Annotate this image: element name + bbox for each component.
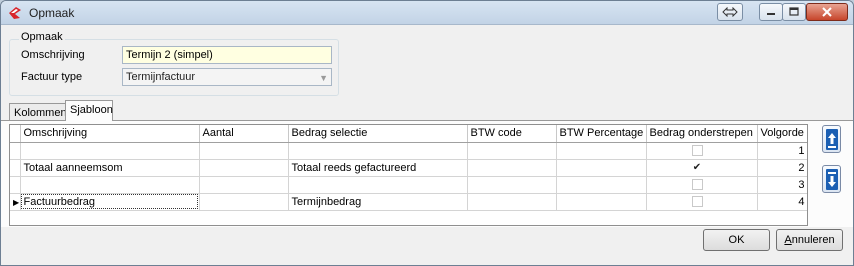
onderstrepen-checkbox[interactable] [691, 196, 703, 208]
move-down-button[interactable] [822, 165, 841, 193]
cell-omschrijving[interactable] [20, 142, 200, 160]
cell-bedrag-selectie[interactable]: Totaal reeds gefactureerd [288, 159, 468, 177]
cell-btw-code[interactable] [467, 159, 557, 177]
minimize-button[interactable] [759, 3, 783, 21]
onderstrepen-checkbox[interactable] [691, 179, 703, 191]
cell-btw-percentage[interactable] [556, 142, 647, 160]
dialog-content: Opmaak Omschrijving Termijn 2 (simpel) F… [1, 26, 853, 265]
cell-btw-code[interactable] [467, 142, 557, 160]
header-row: Omschrijving Aantal Bedrag selectie BTW … [10, 125, 807, 143]
row-indicator[interactable]: ▶ [10, 193, 21, 211]
factuur-type-label: Factuur type [21, 71, 83, 83]
cell-btw-percentage[interactable] [556, 193, 647, 211]
cell-aantal[interactable] [199, 159, 289, 177]
cell-aantal[interactable] [199, 193, 289, 211]
omschrijving-label: Omschrijving [21, 49, 85, 61]
table-row[interactable]: Totaal aanneemsom Totaal reeds gefacture… [10, 159, 807, 177]
app-logo-icon [9, 7, 21, 19]
factuur-type-select[interactable]: Termijnfactuur ▼ [122, 68, 332, 86]
cell-volgorde[interactable]: 2 [757, 159, 807, 177]
cell-onderstrepen [646, 193, 758, 211]
chevron-down-icon[interactable]: ▼ [319, 72, 328, 84]
groupbox-title: Opmaak [19, 31, 65, 43]
cell-btw-percentage[interactable] [556, 159, 647, 177]
column-header-btw-percentage[interactable]: BTW Percentage [556, 125, 647, 143]
cell-volgorde[interactable]: 1 [757, 142, 807, 160]
cell-bedrag-selectie[interactable] [288, 142, 468, 160]
template-table: Omschrijving Aantal Bedrag selectie BTW … [10, 125, 807, 211]
cell-bedrag-selectie[interactable]: Termijnbedrag [288, 193, 468, 211]
tab-kolommen[interactable]: Kolommen [9, 103, 67, 121]
cell-onderstrepen [646, 142, 758, 160]
tab-sjabloon[interactable]: Sjabloon [65, 100, 113, 121]
column-header-omschrijving[interactable]: Omschrijving [20, 125, 200, 143]
onderstrepen-checkbox-checked[interactable]: ✔ [691, 162, 703, 174]
cell-onderstrepen: ✔ [646, 159, 758, 177]
maximize-button[interactable] [782, 3, 806, 21]
cell-btw-code[interactable] [467, 193, 557, 211]
sjabloon-panel: Omschrijving Aantal Bedrag selectie BTW … [1, 120, 853, 227]
window-title: Opmaak [29, 6, 75, 20]
restore-swap-button[interactable] [717, 3, 743, 21]
cell-onderstrepen [646, 176, 758, 194]
table-row[interactable]: ▶ Factuurbedrag Termijnbedrag 4 [10, 193, 807, 211]
title-bar[interactable]: Opmaak [1, 1, 853, 25]
restore-swap-icon [722, 7, 738, 17]
close-icon [822, 7, 832, 17]
current-row-icon: ▶ [13, 197, 20, 207]
cell-volgorde[interactable]: 3 [757, 176, 807, 194]
tab-strip: Kolommen Sjabloon [1, 100, 853, 121]
table-row[interactable]: 3 [10, 176, 807, 194]
column-header-aantal[interactable]: Aantal [199, 125, 289, 143]
cancel-accelerator: A [784, 234, 792, 246]
row-indicator[interactable] [10, 176, 21, 194]
dialog-window: Opmaak Opmaak Omschrijving Termijn 2 (si… [0, 0, 854, 266]
cell-btw-code[interactable] [467, 176, 557, 194]
move-up-button[interactable] [822, 125, 841, 153]
cell-btw-percentage[interactable] [556, 176, 647, 194]
template-grid[interactable]: Omschrijving Aantal Bedrag selectie BTW … [9, 124, 808, 226]
column-header-bedrag-onderstrepen[interactable]: Bedrag onderstrepen [646, 125, 758, 143]
cell-bedrag-selectie[interactable] [288, 176, 468, 194]
row-indicator[interactable] [10, 159, 21, 177]
cell-omschrijving[interactable] [20, 176, 200, 194]
table-row[interactable]: 1 [10, 142, 807, 160]
arrow-up-icon [826, 129, 838, 150]
column-header-volgorde[interactable]: Volgorde [757, 125, 807, 143]
minimize-icon [767, 13, 775, 15]
cell-aantal[interactable] [199, 176, 289, 194]
arrow-down-icon [826, 169, 838, 190]
ok-button[interactable]: OK [703, 229, 770, 251]
onderstrepen-checkbox[interactable] [691, 145, 703, 157]
factuur-type-value: Termijnfactuur [126, 71, 196, 83]
column-header-btw-code[interactable]: BTW code [467, 125, 557, 143]
maximize-icon [789, 7, 799, 16]
column-header-bedrag-selectie[interactable]: Bedrag selectie [288, 125, 468, 143]
cell-omschrijving[interactable]: Totaal aanneemsom [20, 159, 200, 177]
cell-aantal[interactable] [199, 142, 289, 160]
cancel-label: nnuleren [791, 234, 835, 246]
row-indicator-header [10, 125, 21, 143]
omschrijving-input[interactable]: Termijn 2 (simpel) [122, 46, 332, 64]
cell-omschrijving[interactable]: Factuurbedrag [20, 193, 200, 211]
cell-volgorde[interactable]: 4 [757, 193, 807, 211]
close-button[interactable] [806, 3, 848, 21]
cancel-button[interactable]: Annuleren [776, 229, 843, 251]
row-indicator[interactable] [10, 142, 21, 160]
